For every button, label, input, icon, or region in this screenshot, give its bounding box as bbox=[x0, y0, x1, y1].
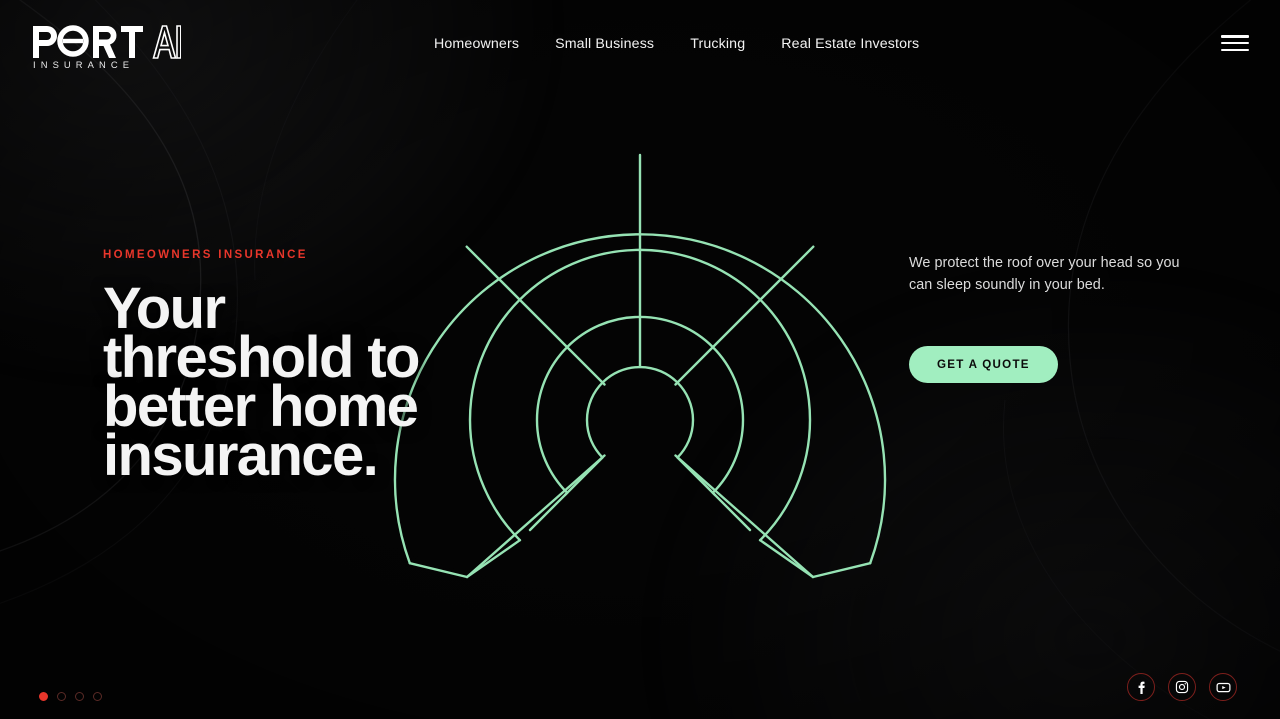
facebook-icon[interactable] bbox=[1127, 673, 1155, 701]
nav-item-small-business[interactable]: Small Business bbox=[537, 36, 672, 53]
site-header: INSURANCE Homeowners Small Business Truc… bbox=[0, 0, 1280, 88]
facebook-glyph bbox=[1138, 681, 1145, 694]
hero-eyebrow: HOMEOWNERS INSURANCE bbox=[103, 249, 308, 261]
brand-tagline: INSURANCE bbox=[33, 59, 134, 70]
hamburger-bar-3 bbox=[1221, 48, 1249, 51]
nav-item-real-estate-investors[interactable]: Real Estate Investors bbox=[763, 36, 937, 53]
nav-item-homeowners[interactable]: Homeowners bbox=[434, 36, 537, 53]
carousel-dot-4[interactable] bbox=[93, 692, 102, 701]
carousel-dot-2[interactable] bbox=[57, 692, 66, 701]
main-navigation: Homeowners Small Business Trucking Real … bbox=[434, 36, 937, 53]
get-a-quote-button[interactable]: GET A QUOTE bbox=[909, 346, 1058, 383]
social-links bbox=[1127, 673, 1237, 701]
brand-logo[interactable]: INSURANCE bbox=[31, 24, 181, 70]
hero-left-copy: HOMEOWNERS INSURANCE Your threshold to b… bbox=[103, 248, 463, 485]
carousel-dot-3[interactable] bbox=[75, 692, 84, 701]
youtube-glyph bbox=[1215, 682, 1230, 692]
hero-subtext: We protect the roof over your head so yo… bbox=[909, 255, 1180, 293]
page-root: INSURANCE Homeowners Small Business Truc… bbox=[0, 0, 1280, 719]
instagram-glyph bbox=[1175, 680, 1189, 694]
hamburger-bar-2 bbox=[1221, 41, 1249, 45]
page-title: Your threshold to better home insurance. bbox=[103, 280, 463, 485]
carousel-dot-1[interactable] bbox=[39, 692, 48, 701]
hamburger-menu-icon[interactable] bbox=[1221, 32, 1249, 54]
instagram-icon[interactable] bbox=[1168, 673, 1196, 701]
hero-right-copy: We protect the roof over your head so yo… bbox=[909, 253, 1199, 383]
portal-logo-icon: INSURANCE bbox=[33, 25, 181, 70]
hamburger-bar-1 bbox=[1221, 35, 1249, 38]
youtube-icon[interactable] bbox=[1209, 673, 1237, 701]
nav-item-trucking[interactable]: Trucking bbox=[672, 36, 763, 53]
carousel-pagination bbox=[39, 692, 102, 701]
